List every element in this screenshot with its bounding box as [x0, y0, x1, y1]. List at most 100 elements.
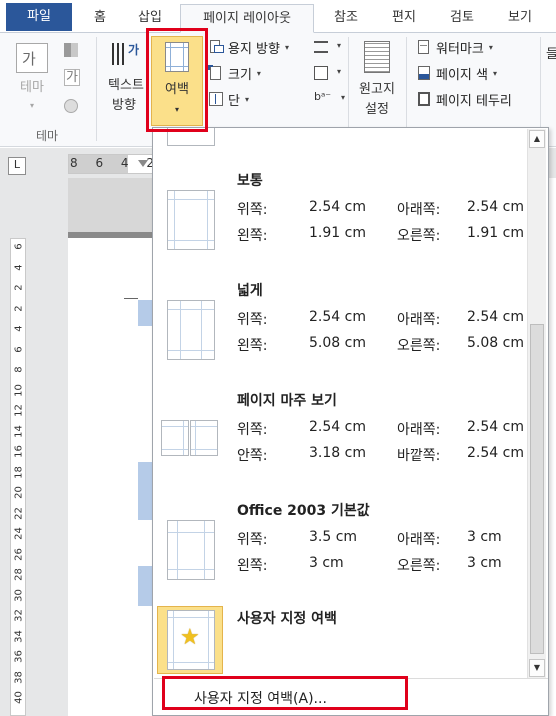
- margin-right-label: 오른쪽:: [397, 228, 441, 244]
- breaks-button[interactable]: ▾: [312, 38, 341, 58]
- margin-left-value: 1.91 cm: [309, 225, 366, 241]
- tab-mailings[interactable]: 편지: [382, 4, 426, 33]
- vertical-ruler-number: 8: [13, 366, 25, 373]
- margin-preset-custom[interactable]: ★ 사용자 지정 여백: [153, 600, 529, 680]
- theme-fonts-button[interactable]: 가: [62, 69, 84, 89]
- margin-right-value: 1.91 cm: [467, 225, 524, 241]
- margin-preset-mirrored[interactable]: 페이지 마주 보기 위쪽: 2.54 cm 아래쪽: 2.54 cm 안쪽: 3…: [153, 382, 529, 490]
- line-numbers-button[interactable]: ▾: [312, 64, 342, 84]
- vertical-ruler-number: 38: [13, 670, 25, 684]
- tab-selector[interactable]: L: [8, 157, 26, 175]
- margin-preset-wide[interactable]: 넓게 위쪽: 2.54 cm 아래쪽: 2.54 cm 왼쪽: 5.08 cm …: [153, 272, 529, 380]
- text-direction-icon: 가: [112, 41, 142, 67]
- star-icon: ★: [180, 625, 200, 650]
- margin-bottom-label: 아래쪽:: [397, 422, 441, 438]
- hyphenation-button[interactable]: bᵃ⁻ ▾: [312, 90, 346, 110]
- vertical-ruler-number: 36: [13, 650, 25, 663]
- margin-top-label: 위쪽:: [237, 532, 268, 548]
- themes-icon: 가: [16, 43, 48, 73]
- tab-file[interactable]: 파일: [6, 3, 72, 31]
- margin-preset-thumbnail: [167, 520, 215, 580]
- margin-preset-name: 페이지 마주 보기: [237, 393, 337, 409]
- vertical-ruler-number: 20: [13, 486, 25, 499]
- vertical-ruler-number: 34: [13, 629, 25, 643]
- margin-outside-value: 2.54 cm: [467, 445, 524, 461]
- page-borders-button[interactable]: 페이지 테두리: [416, 88, 512, 110]
- annotation-highlight-custom-margins: [162, 676, 408, 710]
- margin-left-label: 왼쪽:: [237, 338, 268, 354]
- margin-preset-office-2003[interactable]: Office 2003 기본값 위쪽: 3.5 cm 아래쪽: 3 cm 왼쪽:…: [153, 492, 529, 600]
- vertical-ruler-number: 26: [13, 547, 25, 561]
- page-color-icon: [416, 65, 432, 81]
- margin-left-label: 왼쪽:: [237, 558, 268, 574]
- margin-bottom-value: 2.54 cm: [467, 199, 524, 215]
- watermark-caret-icon: ▾: [488, 42, 493, 52]
- margin-left-value: 3 cm: [309, 555, 344, 571]
- tab-home[interactable]: 홈: [86, 4, 114, 33]
- selection-mark: [138, 462, 152, 520]
- hyphenation-caret-icon: ▾: [341, 93, 346, 102]
- theme-effects-button[interactable]: [62, 97, 84, 117]
- breaks-icon: [314, 41, 328, 53]
- watermark-button[interactable]: 워터마크 ▾: [416, 36, 493, 58]
- document-page[interactable]: [68, 178, 152, 716]
- size-caret-icon: ▾: [256, 68, 261, 78]
- group-divider: [96, 37, 97, 141]
- vertical-ruler-number: 18: [13, 465, 25, 479]
- scrollbar-thumb[interactable]: [530, 324, 544, 654]
- paragraph-group-cut: 들: [546, 47, 556, 62]
- margin-bottom-value: 3 cm: [467, 529, 502, 545]
- vertical-ruler-number: 2: [13, 284, 25, 291]
- manuscript-settings-button[interactable]: 원고지 설정: [352, 37, 402, 123]
- group-divider: [348, 37, 349, 141]
- tab-review[interactable]: 검토: [440, 4, 484, 33]
- text-direction-label-1: 텍스트: [108, 78, 144, 93]
- text-direction-label-2: 방향: [112, 98, 136, 113]
- vertical-ruler-number: 24: [13, 527, 25, 540]
- margin-preset-partial[interactable]: [153, 128, 529, 152]
- orientation-button[interactable]: 용지 방향 ▾: [208, 36, 289, 58]
- scroll-up-icon[interactable]: ▲: [529, 130, 545, 148]
- margin-right-label: 오른쪽:: [397, 558, 441, 574]
- hyphenation-icon: bᵃ⁻: [314, 90, 332, 103]
- line-numbers-icon: [314, 66, 328, 80]
- margins-dropdown: 보통 위쪽: 2.54 cm 아래쪽: 2.54 cm 왼쪽: 1.91 cm …: [152, 127, 549, 716]
- vertical-ruler-number: 16: [13, 445, 25, 458]
- margin-top-value: 2.54 cm: [309, 419, 366, 435]
- margin-preset-thumbnail: ★: [167, 610, 215, 670]
- theme-effects-icon: [64, 99, 78, 113]
- margin-top-value: 2.54 cm: [309, 309, 366, 325]
- themes-button[interactable]: 가 테마 ▾: [10, 39, 54, 125]
- size-icon: [208, 65, 224, 81]
- tab-references[interactable]: 참조: [324, 4, 368, 33]
- margin-preset-thumbnail: [161, 420, 219, 456]
- vertical-ruler-number: 40: [13, 691, 25, 704]
- theme-colors-button[interactable]: [62, 41, 84, 61]
- size-button[interactable]: 크기 ▾: [208, 62, 261, 84]
- margin-preset-normal[interactable]: 보통 위쪽: 2.54 cm 아래쪽: 2.54 cm 왼쪽: 1.91 cm …: [153, 162, 529, 270]
- margin-outside-label: 바깥쪽:: [397, 448, 441, 464]
- page-borders-icon: [416, 91, 432, 107]
- tab-view[interactable]: 보기: [498, 4, 542, 33]
- themes-label: 테마: [20, 80, 44, 95]
- theme-colors-icon: [64, 43, 78, 57]
- vertical-ruler-number: 10: [13, 383, 25, 397]
- vertical-ruler-number: 22: [13, 506, 25, 520]
- ruler-indent-marker-icon[interactable]: [138, 160, 148, 167]
- themes-icon-text: 가: [22, 50, 36, 68]
- vertical-ruler: 6 4 2 2 4 6 8 10 12 14 16 18 20 22 24 26 28 30 32 34 36 38 40: [10, 238, 26, 716]
- themes-group-label: 테마: [36, 129, 59, 143]
- vertical-ruler-number: 12: [13, 404, 25, 417]
- vertical-ruler-number: 4: [13, 263, 25, 271]
- text-cursor-mark: [124, 298, 138, 299]
- margin-bottom-value: 2.54 cm: [467, 419, 524, 435]
- scroll-down-icon[interactable]: ▼: [529, 659, 545, 677]
- vertical-ruler-number: 14: [13, 424, 25, 438]
- text-direction-button[interactable]: 가 텍스트 방향: [102, 37, 146, 123]
- margin-left-label: 왼쪽:: [237, 228, 268, 244]
- page-color-button[interactable]: 페이지 색 ▾: [416, 62, 497, 84]
- dropdown-scrollbar[interactable]: ▲ ▼: [527, 129, 546, 678]
- columns-button[interactable]: 단 ▾: [208, 88, 249, 110]
- margin-inside-label: 안쪽:: [237, 448, 268, 464]
- line-numbers-caret-icon: ▾: [337, 67, 342, 76]
